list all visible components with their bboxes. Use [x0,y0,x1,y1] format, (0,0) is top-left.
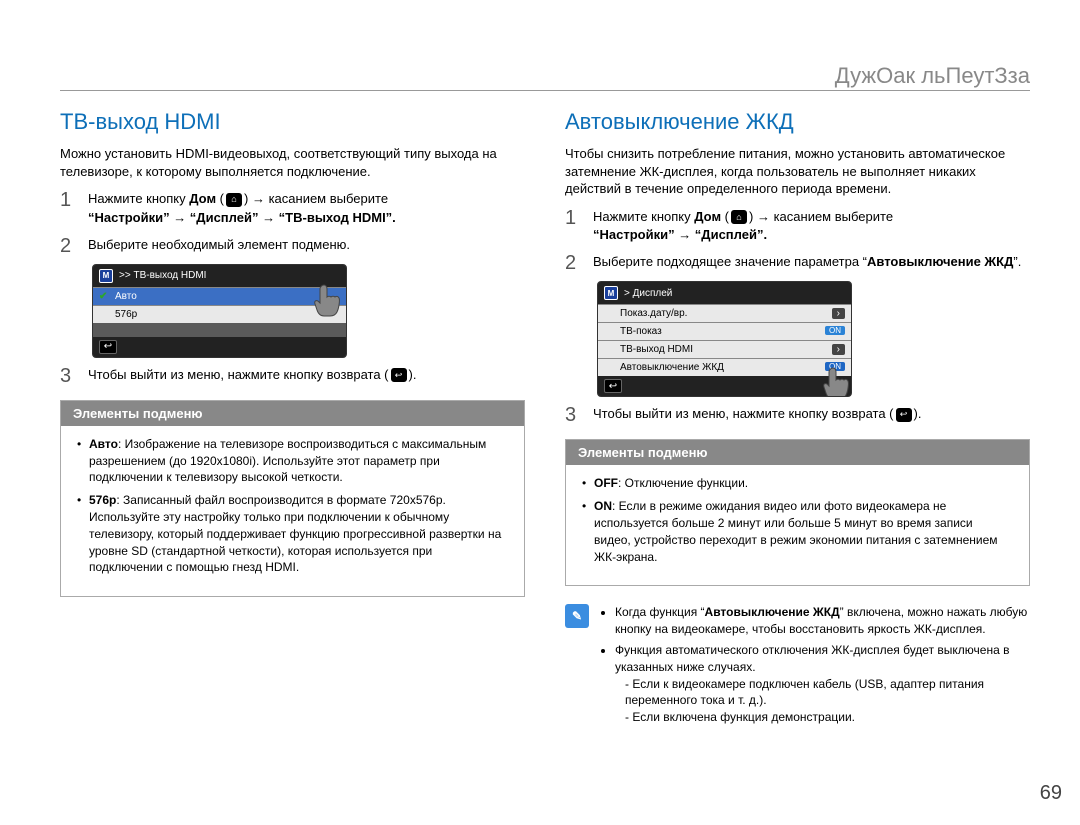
right-step-1: 1 Нажмите кнопку Дом (⌂) → касанием выбе… [565,208,1030,246]
home-icon: ⌂ [226,193,242,207]
on-toggle: ON [825,326,845,335]
left-step-3: 3 Чтобы выйти из меню, нажмите кнопку во… [60,366,525,386]
left-column: ТВ-выход HDMI Можно установить HDMI-виде… [60,109,525,730]
right-section-title: Автовыключение ЖКД [565,109,1030,135]
right-column: Автовыключение ЖКД Чтобы снизить потребл… [565,109,1030,730]
note-item-1: Когда функция “Автовыключение ЖКД” включ… [615,604,1030,638]
step1b: → касанием выберите [248,191,388,206]
chevron-right-icon: › [832,344,845,355]
r-step2b: ”. [1013,254,1021,269]
step-number: 1 [565,208,583,228]
ss-row-tvshow[interactable]: ТВ-показ ON [598,322,851,340]
menu-m-icon: M [99,269,113,283]
step-number: 3 [565,405,583,425]
on-toggle: ON [825,362,845,371]
left-step-1: 1 Нажмите кнопку Дом (⌂) → касанием выбе… [60,190,525,228]
left-screenshot: M >> ТВ-выход HDMI ✔ Авто 576p ↩ [92,264,347,358]
ss-row1-label: Авто [115,291,137,302]
r-step1a: Нажмите кнопку [593,209,694,224]
right-step-2: 2 Выберите подходящее значение параметра… [565,253,1030,273]
left-step-2: 2 Выберите необходимый элемент подменю. [60,236,525,256]
submenu-item-off: OFF: Отключение функции. [594,475,1011,492]
ss-row-label: ТВ-выход HDMI [620,344,693,355]
sbox-title: Элементы подменю [566,440,1029,465]
submenu-item-on: ON: Если в режиме ожидания видео или фот… [594,498,1011,565]
ss-row2-label: 576p [115,309,137,320]
ss-breadcrumb: > Дисплей [624,288,672,299]
submenu-item-auto: Авто: Изображение на телевизоре воспроиз… [89,436,506,486]
back-icon[interactable]: ↩ [99,340,117,354]
ss-breadcrumb: >> ТВ-выход HDMI [119,270,206,281]
step1-line2: “Настройки” → “Дисплей” → “ТВ-выход HDMI… [88,210,396,225]
left-section-title: ТВ-выход HDMI [60,109,525,135]
ss-row-label: Автовыключение ЖКД [620,362,724,373]
r-step1b: → касанием выберите [753,209,893,224]
step-number: 2 [565,253,583,273]
ss-row-label: ТВ-показ [620,326,662,337]
back-icon: ↩ [896,408,912,422]
check-icon: ✔ [99,291,107,302]
left-submenu-box: Элементы подменю Авто: Изображение на те… [60,400,525,597]
step1-bold: Дом [189,191,216,206]
back-icon: ↩ [391,368,407,382]
ss-row-auto[interactable]: ✔ Авто [93,287,346,305]
right-screenshot: M > Дисплей Показ.дату/вр. › ТВ-показ ON… [597,281,852,397]
left-step3b: ). [409,367,417,382]
header-divider: ДужОак льПеутЗза [60,90,1030,91]
step-number: 1 [60,190,78,210]
right-step-3: 3 Чтобы выйти из меню, нажмите кнопку во… [565,405,1030,425]
note-box: ✎ Когда функция “Автовыключение ЖКД” вкл… [565,604,1030,730]
r-step3a: Чтобы выйти из меню, нажмите кнопку возв… [593,406,894,421]
r-step1-bold: Дом [694,209,721,224]
right-intro: Чтобы снизить потребление питания, можно… [565,145,1030,198]
right-submenu-box: Элементы подменю OFF: Отключение функции… [565,439,1030,586]
note-sub-a: - Если к видеокамере подключен кабель (U… [625,676,1030,710]
ss-row-576p[interactable]: 576p [93,305,346,323]
chevron-right-icon: › [832,308,845,319]
left-step2-text: Выберите необходимый элемент подменю. [88,236,525,255]
r-step3b: ). [914,406,922,421]
submenu-item-576p: 576p: Записанный файл воспроизводится в … [89,492,506,576]
ss-row-autolcd[interactable]: Автовыключение ЖКД ON [598,358,851,376]
page-number: 69 [1040,782,1062,805]
step1a: Нажмите кнопку [88,191,189,206]
menu-m-icon: M [604,286,618,300]
step-number: 3 [60,366,78,386]
header-title: ДужОак льПеутЗза [815,63,1030,89]
ss-row-tvout[interactable]: ТВ-выход HDMI › [598,340,851,358]
sbox-title: Элементы подменю [61,401,524,426]
r-step2a: Выберите подходящее значение параметра “ [593,254,867,269]
left-intro: Можно установить HDMI-видеовыход, соотве… [60,145,525,180]
left-step3a: Чтобы выйти из меню, нажмите кнопку возв… [88,367,389,382]
note-item-2: Функция автоматического отключения ЖК-ди… [615,642,1030,726]
note-icon: ✎ [565,604,589,628]
ss-row-label: Показ.дату/вр. [620,308,687,319]
r-step2-bold: Автовыключение ЖКД [867,254,1013,269]
home-icon: ⌂ [731,210,747,224]
ss-row-datetime[interactable]: Показ.дату/вр. › [598,304,851,322]
r-step1-line2: “Настройки” → “Дисплей”. [593,227,767,242]
step-number: 2 [60,236,78,256]
note-sub-b: - Если включена функция демонстрации. [625,709,1030,726]
back-icon[interactable]: ↩ [604,379,622,393]
